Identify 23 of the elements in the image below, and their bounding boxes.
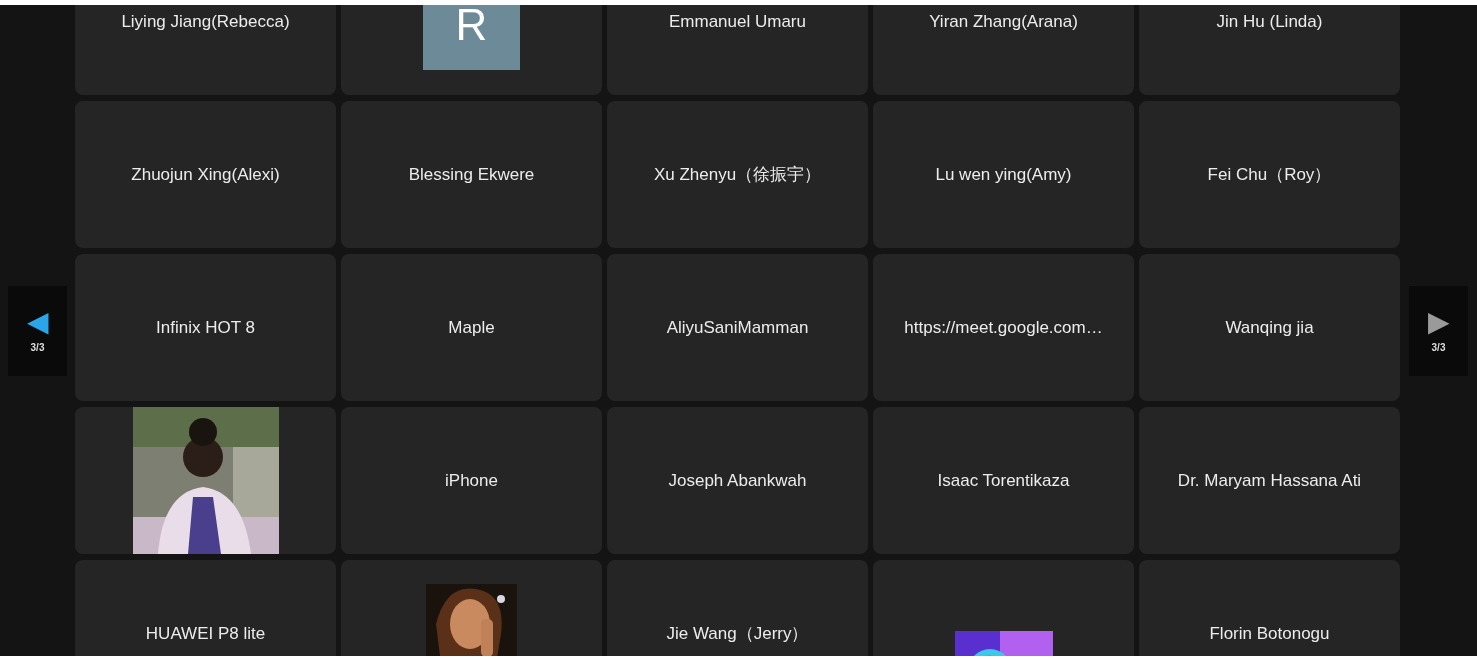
- participant-name: Xu Zhenyu（徐振宇）: [653, 164, 822, 186]
- participant-name: Infinix HOT 8: [156, 317, 255, 338]
- participant-name: HUAWEI P8 lite: [145, 623, 266, 644]
- participant-name: Emmanuel Umaru: [669, 11, 806, 32]
- avatar-initial: R: [455, 8, 488, 42]
- participant-name: Wanqing jia: [1225, 317, 1314, 338]
- previous-page-button[interactable]: ◀ 3/3: [8, 285, 67, 376]
- participant-name: Joseph Abankwah: [668, 470, 807, 491]
- participant-name: Isaac Torentikaza: [937, 470, 1070, 491]
- participant-name: Blessing Ekwere: [408, 164, 535, 185]
- participant-name: Zhuojun Xing(Alexi): [131, 164, 280, 185]
- participant-name: Yiran Zhang(Arana): [929, 11, 1078, 32]
- participant-name: iPhone: [445, 470, 498, 491]
- participant-name: Fei Chu（Roy）: [1207, 164, 1332, 186]
- participant-name: Jin Hu (Linda): [1216, 11, 1323, 32]
- participant-name: Lu wen ying(Amy): [935, 164, 1072, 185]
- participant-name: Maple: [448, 317, 495, 338]
- participant-name: Liying Jiang(Rebecca): [121, 11, 290, 32]
- participant-name: Dr. Maryam Hassana Ati: [1177, 470, 1362, 491]
- participant-name: AliyuSaniMamman: [666, 317, 809, 338]
- participant-name: https://meet.google.com…: [904, 317, 1103, 338]
- participant-name: Florin Botonogu: [1209, 623, 1330, 644]
- participant-name: Jie Wang（Jerry）: [666, 623, 809, 645]
